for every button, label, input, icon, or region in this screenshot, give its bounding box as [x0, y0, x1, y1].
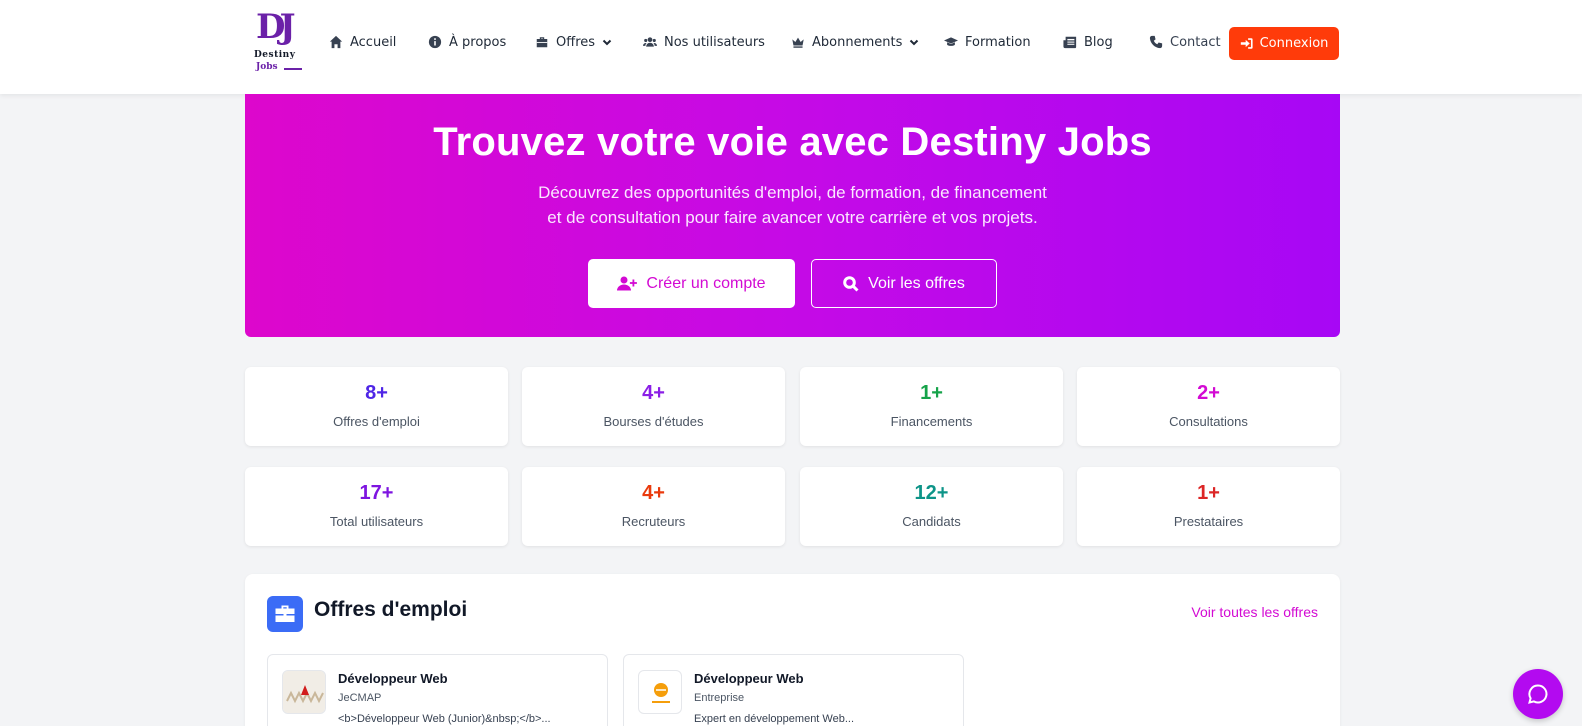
nav-item-label: Abonnements [812, 34, 903, 50]
see-all-offers-link[interactable]: Voir toutes les offres [1191, 604, 1318, 620]
nav-item-label: Blog [1084, 34, 1113, 50]
sign-in-icon [1240, 38, 1253, 49]
stat-card-prestataires: 1+ Prestataires [1077, 467, 1340, 546]
stat-value: 4+ [642, 382, 665, 404]
nav-item-a-propos[interactable]: À propos [428, 33, 506, 51]
job-company: Entreprise [694, 692, 745, 704]
stat-card-consultations: 2+ Consultations [1077, 367, 1340, 446]
stat-card-financements: 1+ Financements [800, 367, 1063, 446]
stat-value: 17+ [359, 482, 394, 504]
stat-label: Candidats [902, 514, 961, 529]
hero-title: Trouvez votre voie avec Destiny Jobs [433, 120, 1152, 164]
stat-value: 1+ [1197, 482, 1220, 504]
stat-label: Consultations [1169, 414, 1248, 429]
nav-item-offres[interactable]: Offres [535, 33, 612, 51]
stat-label: Bourses d'études [603, 414, 704, 429]
logo-mark: DJ [256, 7, 296, 47]
job-title: Développeur Web [338, 671, 448, 686]
nav-item-contact[interactable]: Contact [1149, 33, 1221, 51]
destiny-jobs-logo[interactable]: DJ Destiny Jobs [254, 8, 308, 74]
stat-card-recruteurs: 4+ Recruteurs [522, 467, 785, 546]
search-icon [843, 275, 859, 292]
logo-name: Destiny [254, 50, 296, 60]
home-icon [329, 35, 343, 49]
nav-item-label: Formation [965, 34, 1031, 50]
briefcase-icon [536, 37, 548, 48]
graduation-cap-icon [944, 37, 958, 46]
nav-item-accueil[interactable]: Accueil [329, 33, 396, 51]
nav-item-label: Offres [556, 34, 596, 50]
section-title: Offres d'emploi [314, 598, 468, 621]
chat-button[interactable] [1513, 669, 1563, 719]
nav-item-label: Accueil [350, 34, 397, 50]
login-label: Connexion [1259, 36, 1329, 51]
view-offers-label: Voir les offres [868, 274, 965, 292]
job-description: <b>Développeur Web (Junior)&nbsp;</b>... [338, 713, 551, 725]
job-description: Expert en développement Web... [694, 713, 855, 725]
stat-card-total-utilisateurs: 17+ Total utilisateurs [245, 467, 508, 546]
info-icon [428, 35, 442, 49]
chevron-down-icon [602, 39, 612, 46]
job-card[interactable]: Développeur Web Entreprise Expert en dév… [623, 654, 964, 726]
company-logo [638, 670, 682, 714]
company-logo [282, 670, 326, 714]
nav-item-abonnements[interactable]: Abonnements [791, 33, 919, 51]
nav-item-label: Nos utilisateurs [664, 34, 765, 50]
stat-label: Total utilisateurs [329, 514, 424, 529]
login-button[interactable]: Connexion [1229, 27, 1339, 60]
navbar: DJ Destiny Jobs Accueil À propos Offres … [0, 0, 1582, 94]
create-account-button[interactable]: Créer un compte [588, 259, 795, 308]
phone-icon [1149, 35, 1163, 49]
stat-label: Prestataires [1173, 514, 1244, 529]
chat-bubble-icon [1528, 684, 1548, 704]
stat-value: 8+ [365, 382, 388, 404]
view-offers-button[interactable]: Voir les offres [811, 259, 997, 308]
job-company: JeCMAP [338, 692, 382, 704]
create-account-label: Créer un compte [646, 274, 766, 292]
crown-icon [792, 37, 804, 48]
user-plus-icon [617, 276, 638, 291]
stat-value: 2+ [1197, 382, 1220, 404]
stat-card-offres-emploi: 8+ Offres d'emploi [245, 367, 508, 446]
stat-label: Recruteurs [621, 514, 686, 529]
nav-item-blog[interactable]: Blog [1063, 33, 1113, 51]
job-offers-section: Offres d'emploi Voir toutes les offres D… [245, 574, 1340, 726]
newspaper-icon [1063, 36, 1077, 49]
chevron-down-icon [910, 39, 919, 46]
briefcase-icon [267, 596, 303, 632]
nav-item-formation[interactable]: Formation [944, 33, 1031, 51]
stat-value: 12+ [914, 482, 949, 504]
nav-item-nos-utilisateurs[interactable]: Nos utilisateurs [643, 33, 765, 51]
stat-card-candidats: 12+ Candidats [800, 467, 1063, 546]
nav-item-label: À propos [449, 34, 507, 50]
stat-label: Offres d'emploi [333, 414, 420, 429]
logo-underline [284, 68, 302, 70]
stat-card-bourses: 4+ Bourses d'études [522, 367, 785, 446]
hero-subtitle: Découvrez des opportunités d'emploi, de … [538, 183, 1047, 227]
stat-value: 1+ [920, 382, 943, 404]
stat-value: 4+ [642, 482, 665, 504]
logo-sub: Jobs [256, 62, 278, 72]
nav-item-label: Contact [1170, 34, 1221, 50]
users-icon [643, 37, 657, 47]
job-card[interactable]: Développeur Web JeCMAP <b>Développeur We… [267, 654, 608, 726]
stat-label: Financements [890, 414, 973, 429]
job-title: Développeur Web [694, 671, 804, 686]
hero-banner: Trouvez votre voie avec Destiny Jobs Déc… [245, 94, 1340, 337]
